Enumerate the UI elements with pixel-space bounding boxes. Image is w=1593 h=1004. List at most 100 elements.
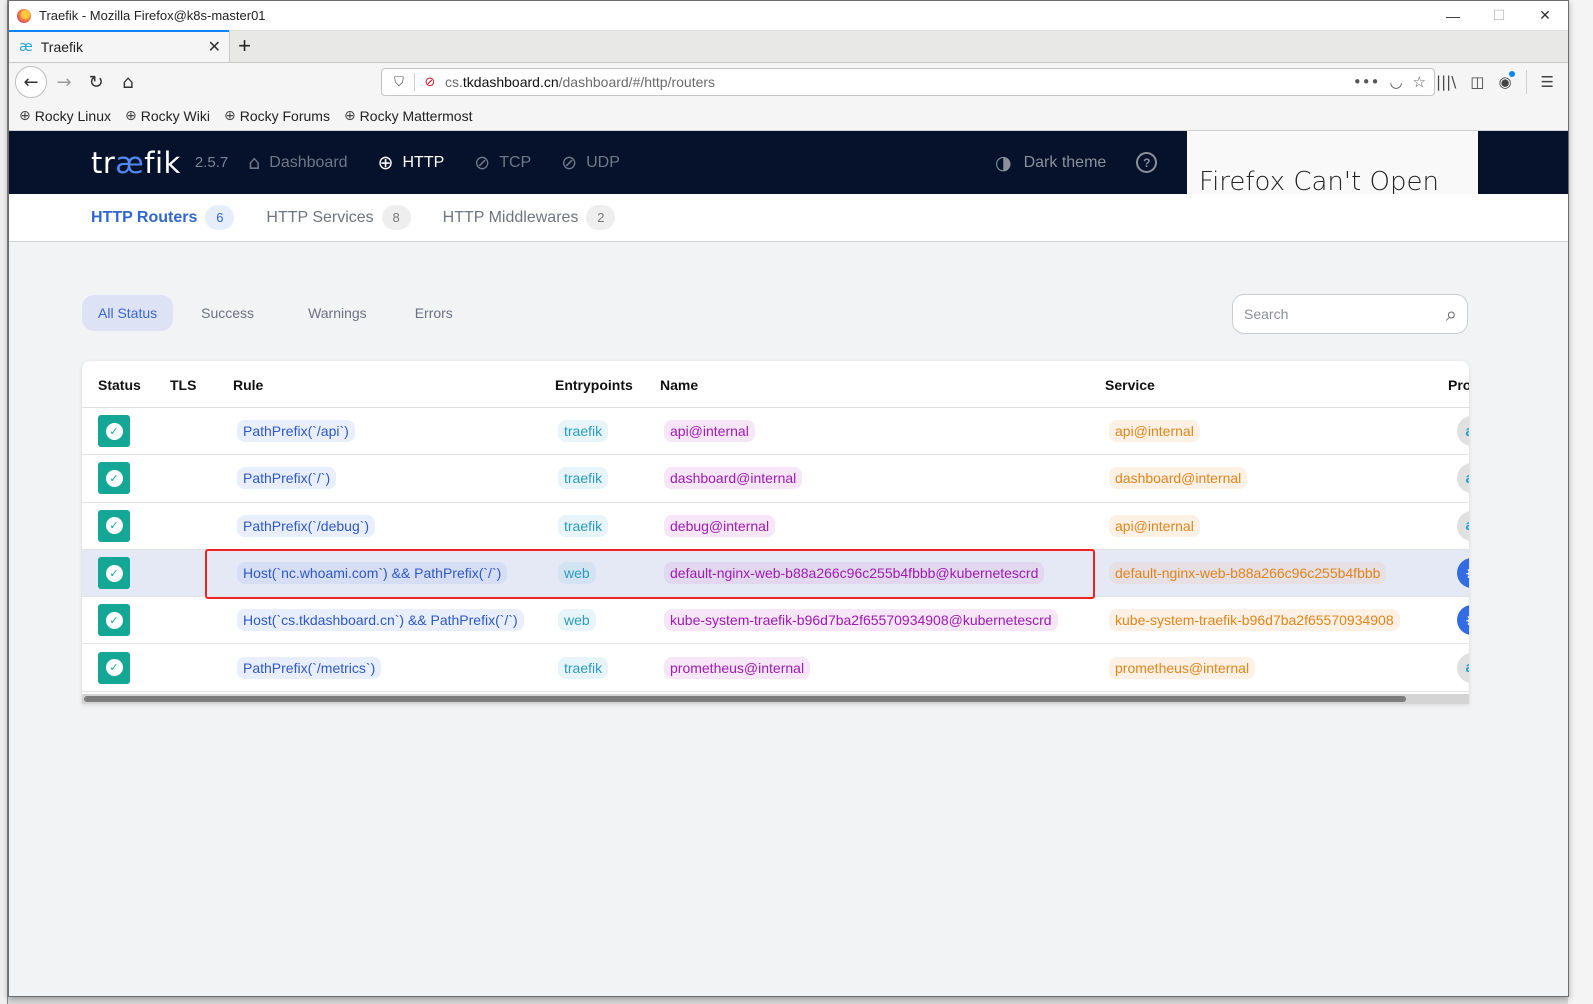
tab-http-services[interactable]: HTTP Services 8 <box>266 205 411 230</box>
count-badge: 2 <box>586 205 616 230</box>
router-name-chip: prometheus@internal <box>664 656 811 679</box>
back-button[interactable]: ← <box>15 66 47 98</box>
search-input[interactable] <box>1244 306 1446 322</box>
shield-icon[interactable]: ⛉ <box>390 75 408 90</box>
insecure-connection-icon[interactable]: ⊘ <box>421 75 439 90</box>
nav-tcp[interactable]: ⊘ TCP <box>474 152 531 174</box>
forward-button[interactable]: → <box>49 67 79 97</box>
status-success-badge: ✓ <box>98 509 130 542</box>
col-tls[interactable]: TLS <box>170 377 196 393</box>
bookmark-rocky-linux[interactable]: ⊕ Rocky Linux <box>19 108 111 124</box>
table-row[interactable]: ✓ Host(`nc.whoami.com`) && PathPrefix(`/`… <box>82 549 1469 598</box>
entrypoint-chip: traefik <box>558 656 609 679</box>
traefik-header: træfik 2.5.7 ⌂ Dashboard ⊕ HTTP ⊘ TCP ⊘ … <box>9 131 1568 194</box>
desktop-edge-left <box>0 0 8 1004</box>
page-actions-icon[interactable]: ••• <box>1353 73 1380 91</box>
router-name-chip: api@internal <box>664 420 755 443</box>
tab-http-middlewares[interactable]: HTTP Middlewares 2 <box>443 205 616 230</box>
tab-label: HTTP Routers <box>91 208 198 226</box>
check-circle-icon: ✓ <box>105 659 123 677</box>
routers-table: Status TLS Rule Entrypoints Name Service… <box>82 361 1469 704</box>
search-box: ⌕ <box>1232 294 1468 334</box>
menu-icon[interactable]: ☰ <box>1541 73 1554 91</box>
dark-theme-toggle[interactable]: ◑ Dark theme <box>995 152 1106 174</box>
reload-button[interactable]: ↻ <box>81 67 111 97</box>
nav-label: UDP <box>586 153 620 171</box>
table-row[interactable]: ✓ Host(`cs.tkdashboard.cn`) && PathPrefix… <box>82 597 1469 645</box>
tab-label: HTTP Services <box>266 208 374 226</box>
rule-chip: PathPrefix(`/api`) <box>237 420 355 443</box>
logo-text-post: fik <box>144 145 181 180</box>
help-icon[interactable]: ? <box>1136 152 1158 173</box>
status-success-badge: ✓ <box>98 651 130 684</box>
nav-dashboard[interactable]: ⌂ Dashboard <box>248 152 347 174</box>
toolbar-separator <box>1525 70 1527 94</box>
table-row[interactable]: ✓ PathPrefix(`/metrics`) traefik prometheus… <box>82 644 1469 692</box>
bookmarks-toolbar: ⊕ Rocky Linux ⊕ Rocky Wiki ⊕ Rocky Forum… <box>9 101 1568 131</box>
minimize-button[interactable]: — <box>1430 1 1476 31</box>
nav-http[interactable]: ⊕ HTTP <box>378 152 445 174</box>
horizontal-scrollbar[interactable] <box>82 694 1469 704</box>
scrollbar-thumb[interactable] <box>84 696 1406 702</box>
kubernetes-provider-icon: ⎈ <box>1457 558 1469 589</box>
library-icon[interactable]: |||\ <box>1436 73 1456 91</box>
col-service[interactable]: Service <box>1105 377 1155 393</box>
internal-provider-icon: æ <box>1457 463 1469 494</box>
home-icon: ⌂ <box>248 151 261 174</box>
bookmark-rocky-forums[interactable]: ⊕ Rocky Forums <box>224 108 330 124</box>
internal-provider-icon: æ <box>1457 652 1469 683</box>
close-tab-button[interactable]: ✕ <box>208 37 221 57</box>
bookmark-rocky-mattermost[interactable]: ⊕ Rocky Mattermost <box>344 108 473 124</box>
filter-errors[interactable]: Errors <box>399 295 469 331</box>
close-window-button[interactable]: ✕ <box>1522 1 1568 31</box>
col-status[interactable]: Status <box>98 377 141 393</box>
droplet-icon: ◑ <box>995 151 1012 174</box>
search-icon[interactable]: ⌕ <box>1446 302 1457 326</box>
browser-tab-traefik[interactable]: æ Traefik ✕ <box>9 30 229 62</box>
internal-provider-icon: æ <box>1457 416 1469 447</box>
check-circle-icon: ✓ <box>105 611 123 629</box>
status-success-badge: ✓ <box>98 415 130 448</box>
entrypoint-chip: web <box>558 609 596 632</box>
nav-udp[interactable]: ⊘ UDP <box>561 152 620 174</box>
col-provider[interactable]: Pro <box>1448 377 1469 393</box>
service-chip: dashboard@internal <box>1109 467 1248 490</box>
service-chip: api@internal <box>1109 514 1200 537</box>
col-name[interactable]: Name <box>660 377 698 393</box>
nav-label: TCP <box>499 153 532 171</box>
status-filters: All Status Success Warnings Errors <box>82 295 479 331</box>
maximize-button[interactable]: ☐ <box>1476 1 1522 31</box>
account-icon[interactable]: ◉ <box>1498 71 1515 91</box>
home-button[interactable]: ⌂ <box>113 67 143 97</box>
pocket-icon[interactable]: ◡ <box>1389 73 1402 91</box>
url-host: tkdashboard.cn <box>462 74 559 90</box>
table-row[interactable]: ✓ PathPrefix(`/debug`) traefik debug@intern… <box>82 503 1469 550</box>
table-row[interactable]: ✓ PathPrefix(`/api`) traefik api@internal ap… <box>82 408 1469 456</box>
filter-success[interactable]: Success <box>185 295 270 331</box>
sidebar-icon[interactable]: ◫ <box>1470 73 1484 91</box>
filter-warnings[interactable]: Warnings <box>292 295 383 331</box>
udp-icon: ⊘ <box>561 151 578 174</box>
tab-label: Traefik <box>40 39 84 55</box>
filter-all-status[interactable]: All Status <box>82 295 174 331</box>
col-entrypoints[interactable]: Entrypoints <box>555 377 633 393</box>
logo-text-pre: tr <box>91 145 116 180</box>
url-path: /dashboard/#/http/routers <box>558 74 716 90</box>
table-row[interactable]: ✓ PathPrefix(`/`) traefik dashboard@interna… <box>82 455 1469 503</box>
bookmark-star-icon[interactable]: ☆ <box>1413 73 1426 91</box>
bookmark-rocky-wiki[interactable]: ⊕ Rocky Wiki <box>125 108 210 124</box>
rule-chip: PathPrefix(`/debug`) <box>237 514 376 537</box>
overlay-text: Firefox Can't Open <box>1199 167 1439 194</box>
navigation-bar: ← → ↻ ⌂ ⛉ ⊘ cs. tkdashboard.cn/dashboard/… <box>9 63 1568 101</box>
url-bar[interactable]: ⛉ ⊘ cs. tkdashboard.cn/dashboard/#/http/r… <box>381 68 1435 96</box>
col-rule[interactable]: Rule <box>233 377 263 393</box>
rule-chip: Host(`cs.tkdashboard.cn`) && PathPrefix(… <box>237 609 524 632</box>
new-tab-button[interactable]: + <box>229 30 259 62</box>
firefox-logo-icon <box>17 8 31 23</box>
traefik-logo[interactable]: træfik <box>91 146 181 180</box>
check-circle-icon: ✓ <box>105 564 123 582</box>
globe-icon: ⊕ <box>125 107 137 124</box>
status-success-badge: ✓ <box>98 462 130 495</box>
tab-http-routers[interactable]: HTTP Routers 6 <box>91 205 235 230</box>
kubernetes-provider-icon: ⎈ <box>1457 605 1469 636</box>
